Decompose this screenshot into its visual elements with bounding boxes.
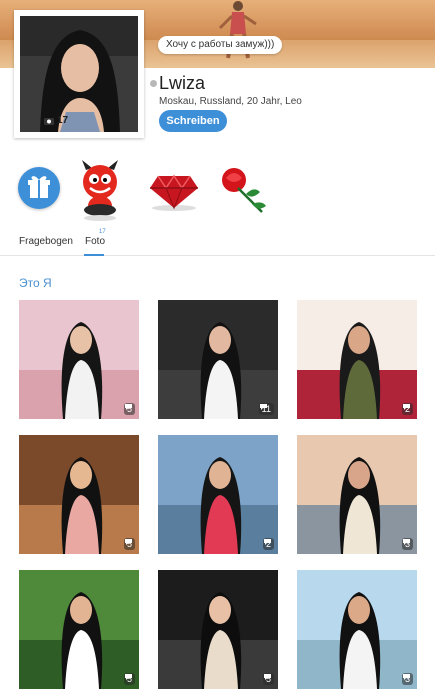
comment-icon (259, 404, 267, 410)
photo-thumbnail[interactable]: 2 (158, 435, 278, 554)
red-rose-icon[interactable] (218, 166, 270, 218)
photo-image (19, 570, 139, 689)
comment-icon (263, 674, 271, 680)
profile-avatar[interactable]: 17 (14, 10, 144, 138)
photo-image (158, 570, 278, 689)
photo-image (297, 435, 417, 554)
comment-icon (263, 539, 271, 545)
avatar-photo-count: 17 (44, 115, 68, 126)
online-status-dot (150, 80, 157, 87)
photo-image (158, 435, 278, 554)
photo-thumbnail[interactable]: 5 (19, 570, 139, 689)
tab-questionnaire[interactable]: Fragebogen (19, 236, 73, 247)
photo-image (19, 435, 139, 554)
profile-meta: Moskau, Russland, 20 Jahr, Leo (159, 96, 302, 107)
photo-comment-count: 3 (401, 538, 413, 550)
photo-comment-count: 5 (123, 403, 135, 415)
send-gift-button[interactable] (18, 167, 60, 209)
write-message-button[interactable]: Schreiben (159, 110, 227, 132)
comment-icon (402, 674, 410, 680)
comment-icon (124, 404, 132, 410)
album-title: Это Я (19, 276, 52, 290)
photo-thumbnail[interactable]: 2 (297, 300, 417, 419)
avatar-photo (20, 16, 138, 132)
profile-name: Lwiza (159, 73, 206, 93)
photo-comment-count: 5 (123, 538, 135, 550)
photo-thumbnail[interactable]: 5 (19, 300, 139, 419)
photo-thumbnail[interactable]: 3 (297, 570, 417, 689)
photo-comment-count: 2 (262, 538, 274, 550)
avatar-photo-count-value: 17 (57, 115, 69, 126)
profile-tabs: Fragebogen Foto 17 (0, 228, 435, 256)
photo-comment-count: 11 (258, 403, 274, 415)
photo-thumbnail[interactable]: 5 (158, 570, 278, 689)
photo-thumbnail[interactable]: 5 (19, 435, 139, 554)
status-bubble: Хочу с работы замуж))) (158, 36, 283, 54)
photo-image (19, 300, 139, 419)
comment-icon (124, 674, 132, 680)
photo-image (158, 300, 278, 419)
comment-icon (402, 539, 410, 545)
photo-comment-count: 2 (401, 403, 413, 415)
cover-figure (218, 1, 257, 59)
devil-sticker-icon[interactable] (76, 160, 124, 222)
photo-image (297, 570, 417, 689)
gift-box-icon (28, 176, 50, 198)
active-tab-indicator (84, 254, 104, 256)
photo-image (297, 300, 417, 419)
tab-photos[interactable]: Foto (85, 236, 105, 247)
photo-comment-count: 3 (401, 673, 413, 685)
tab-photos-badge: 17 (99, 229, 106, 235)
camera-icon (44, 117, 54, 125)
comment-icon (124, 539, 132, 545)
comment-icon (402, 404, 410, 410)
photo-thumbnail[interactable]: 11 (158, 300, 278, 419)
photo-comment-count: 5 (123, 673, 135, 685)
photo-thumbnail[interactable]: 3 (297, 435, 417, 554)
photo-comment-count: 5 (262, 673, 274, 685)
ruby-gem-icon[interactable] (148, 168, 200, 212)
